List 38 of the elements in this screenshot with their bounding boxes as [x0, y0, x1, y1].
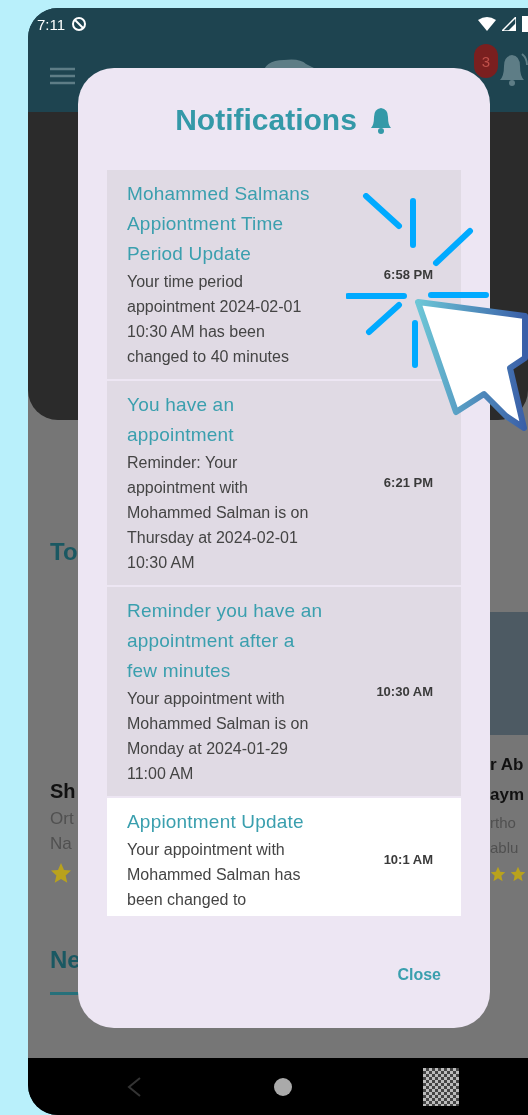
thumbnail-icon[interactable] — [423, 1067, 459, 1106]
section-title: To — [50, 538, 79, 566]
section-title: Ne — [50, 946, 82, 974]
notification-body: Your appointment with Mohammed Salman is on Monday at 2024-01-29 11:00 AM — [127, 689, 310, 784]
battery-icon — [522, 16, 528, 32]
bell-icon — [368, 106, 393, 134]
notification-body: Your time period appointment 2024-02-01 10:30 AM has been changed to 40 minutes — [127, 272, 303, 367]
star-icon — [490, 866, 506, 882]
notification-time: 10:1 AM — [383, 852, 433, 867]
notification-body: Reminder: Your appointment with Mohammed Salman is on Thursday at 2024-02-01 10:30 AM — [127, 453, 310, 573]
home-icon[interactable] — [273, 1076, 293, 1097]
notification-item[interactable]: Reminder you have an appointment after a few minutes Your appointment with Mohammed Salman is on Monday at 2024-01-29 11:00 AM 10:30 AM — [107, 587, 461, 796]
no-sync-icon — [71, 16, 88, 32]
notification-item[interactable]: Appiontment Update Your appointment with Mohammed Salman has been changed to 10:1 AM — [107, 798, 461, 916]
dialog-title: Notifications — [175, 103, 357, 137]
notification-item[interactable]: Mohammed Salmans Appiontment Time Period Update Your time period appointment 2024-02-01 10:30 AM has been changed to 40 minutes 6:58 PM — [107, 170, 461, 379]
menu-icon[interactable] — [50, 67, 75, 85]
doctor-name: aym — [490, 784, 526, 806]
star-icon — [50, 862, 72, 884]
notification-time: 6:58 PM — [383, 266, 433, 282]
notification-item[interactable]: You have an appointment Reminder: Your appointment with Mohammed Salman is on Thursday at 2024-02-01 10:30 AM 6:21 PM — [107, 381, 461, 585]
bell-icon[interactable] — [500, 52, 528, 88]
notification-time: 10:30 AM — [376, 683, 433, 699]
doctor-name: r Ab — [490, 754, 525, 776]
pointer-icon — [414, 298, 528, 432]
notification-badge: 3 — [474, 44, 498, 78]
star-icon — [510, 866, 526, 882]
signal-icon — [502, 17, 516, 31]
notification-title: Appiontment Update — [127, 810, 305, 834]
notification-time: 6:21 PM — [383, 475, 433, 490]
back-icon[interactable] — [126, 1075, 142, 1098]
doctor-name: Sh — [50, 779, 77, 804]
notification-title: You have an appointment — [127, 393, 236, 447]
status-time: 7:11 — [37, 15, 66, 33]
notification-title: Mohammed Salmans Appiontment Time Period Update — [127, 182, 311, 266]
notification-title: Reminder you have an appointment after a few minutes — [127, 599, 324, 683]
wifi-icon — [478, 17, 496, 31]
notification-body: Your appointment with Mohammed Salman has been changed to — [127, 840, 302, 910]
